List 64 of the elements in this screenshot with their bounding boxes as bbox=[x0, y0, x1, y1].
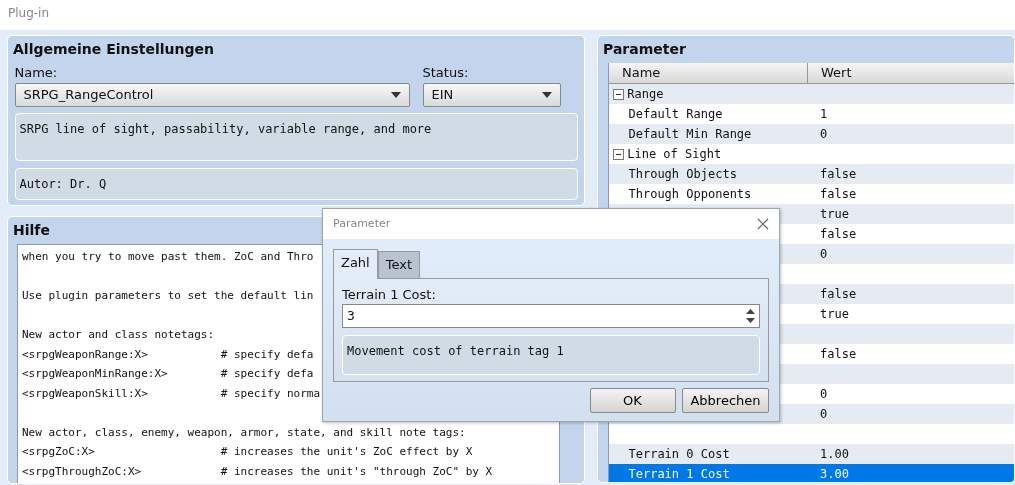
parameter-name: Through Objects bbox=[628, 167, 737, 181]
parameter-value: true bbox=[820, 206, 849, 223]
parameter-value: 1 bbox=[820, 106, 828, 123]
name-dropdown[interactable]: SRPG_RangeControl bbox=[14, 82, 410, 107]
field-label: Status: bbox=[422, 64, 470, 82]
field-label: Name: bbox=[14, 64, 59, 82]
help-line: <srpgWeaponMinRange:X> # specify defa bbox=[22, 366, 314, 382]
collapse-icon[interactable] bbox=[613, 88, 624, 100]
status-dropdown[interactable]: EIN bbox=[422, 82, 561, 107]
panel-title: Allgemeine Einstellungen bbox=[12, 40, 216, 59]
parameter-value: false bbox=[820, 226, 857, 243]
cancel-button[interactable]: Abbrechen bbox=[682, 388, 769, 413]
description-box: SRPG line of sight, passability, variable range, and more bbox=[14, 113, 578, 161]
ok-button[interactable]: OK bbox=[589, 388, 676, 413]
parameter-row[interactable]: Default Range 1 bbox=[609, 104, 1014, 124]
parameter-row[interactable]: Default Min Range 0 bbox=[609, 124, 1014, 144]
caret-icon bbox=[390, 91, 401, 98]
help-line: Use plugin parameters to set the default lin bbox=[22, 288, 314, 304]
tab[interactable]: Zahl bbox=[333, 249, 378, 279]
help-line: <srpgZoC:X> # increases the unit's ZoC effect by X bbox=[22, 444, 473, 460]
panel-title: Hilfe bbox=[12, 221, 51, 240]
field-label: Terrain 1 Cost: bbox=[342, 285, 437, 304]
caret-icon bbox=[541, 91, 552, 98]
spinner-icon[interactable] bbox=[746, 308, 755, 324]
description-box: Movement cost of terrain tag 1 bbox=[342, 334, 760, 375]
column-header[interactable]: Wert bbox=[808, 63, 852, 83]
parameter-row[interactable]: Terrain 1 Cost 3.00 bbox=[609, 464, 1014, 482]
parameter-name: Default Min Range bbox=[628, 127, 752, 141]
collapse-icon[interactable] bbox=[613, 148, 624, 160]
number-input[interactable]: 3 bbox=[342, 304, 760, 328]
parameter-name: Through Opponents bbox=[628, 187, 752, 201]
parameter-name: Default Range bbox=[628, 107, 723, 121]
parameter-value: 1.00 bbox=[820, 446, 849, 463]
parameter-row[interactable]: Through Objects false bbox=[609, 164, 1014, 184]
column-header[interactable]: Name bbox=[609, 63, 808, 83]
parameter-name: Terrain 0 Cost bbox=[628, 447, 730, 461]
help-line: when you try to move past them. ZoC and Thro bbox=[22, 249, 314, 265]
help-line: New actor, class, enemy, weapon, armor, state, and skill note tags: bbox=[22, 424, 466, 441]
parameter-value: 3.00 bbox=[820, 466, 849, 482]
parameter-row[interactable]: Through Opponents false bbox=[609, 184, 1014, 204]
parameter-value: false bbox=[820, 186, 857, 203]
parameter-value: 0 bbox=[820, 126, 828, 143]
parameter-name: Terrain 1 Cost bbox=[628, 467, 730, 481]
close-icon[interactable] bbox=[757, 218, 769, 230]
parameter-row[interactable]: Terrain 0 Cost 1.00 bbox=[609, 444, 1014, 464]
parameter-value: false bbox=[820, 166, 857, 183]
parameter-value: 0 bbox=[820, 406, 828, 423]
window-title: Plug-in bbox=[0, 0, 1015, 30]
help-line: <srpgThroughZoC:X> # increases the unit's "through ZoC" by X bbox=[22, 463, 493, 480]
parameter-value: true bbox=[820, 306, 849, 323]
help-line: New actor and class notetags: bbox=[22, 327, 215, 343]
dialog-title: Parameter bbox=[333, 215, 391, 232]
group-name[interactable]: Range bbox=[627, 85, 664, 103]
help-line: <srpgWeaponRange:X> # specify defa bbox=[22, 346, 314, 363]
parameter-value: false bbox=[820, 346, 857, 363]
tab[interactable]: Text bbox=[377, 251, 421, 278]
group-row[interactable]: Line of Sight bbox=[609, 144, 1014, 164]
parameter-value: 0 bbox=[820, 246, 828, 263]
help-line: <srpgWeaponSkill:X> # specify norma bbox=[22, 385, 320, 402]
group-row[interactable]: Range bbox=[609, 84, 1014, 104]
parameter-value: false bbox=[820, 286, 857, 303]
group-name[interactable]: Line of Sight bbox=[627, 145, 722, 163]
author-box: Autor: Dr. Q bbox=[14, 167, 578, 200]
panel-title: Parameter bbox=[602, 40, 687, 59]
